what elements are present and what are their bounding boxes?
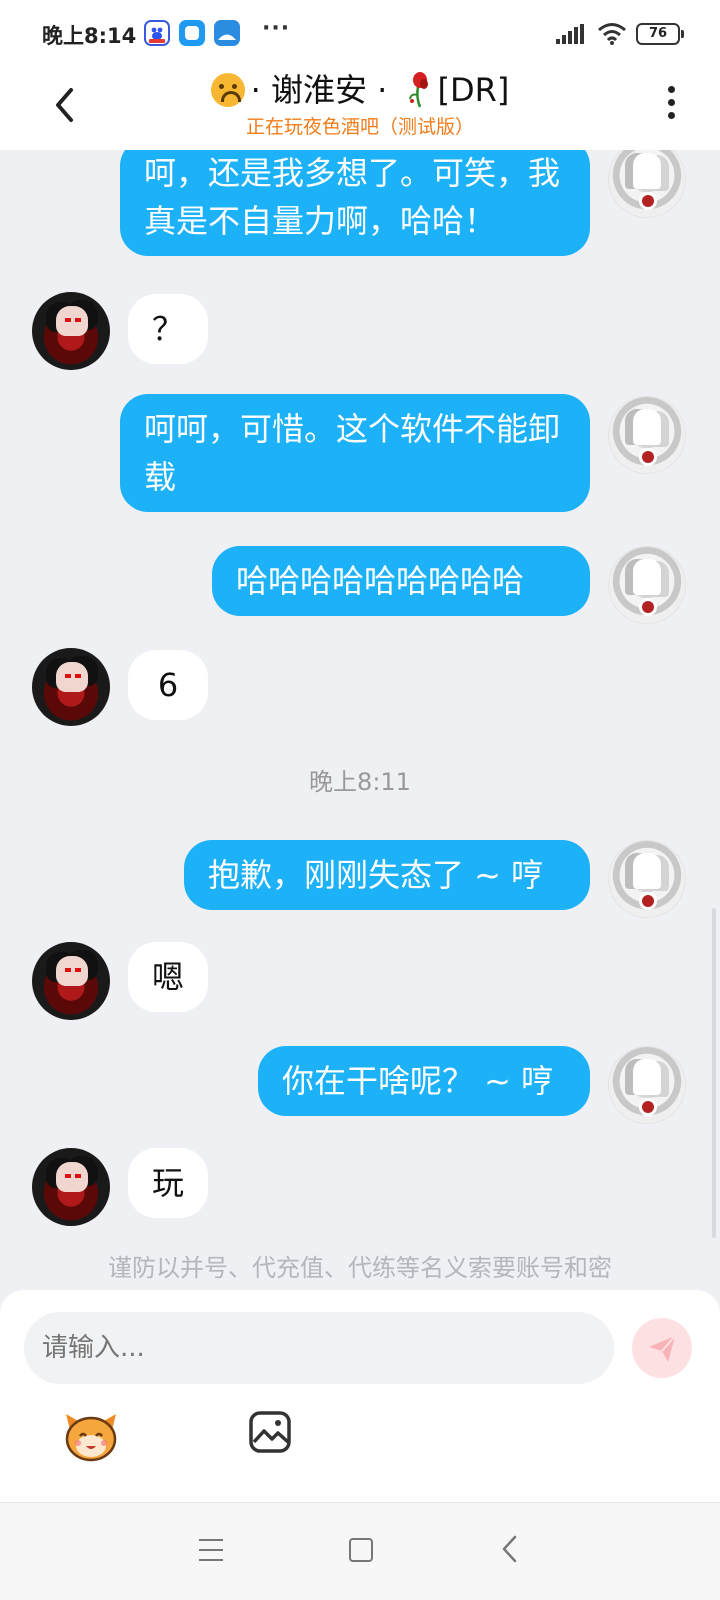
wifi-icon bbox=[598, 23, 626, 45]
paper-plane-icon bbox=[649, 1335, 676, 1362]
message-composer bbox=[0, 1290, 720, 1502]
upside-down-face-icon bbox=[210, 73, 245, 107]
message-timestamp: 晚上8:11 bbox=[309, 768, 411, 796]
message-bubble-sent[interactable]: 呵呵，可惜。这个软件不能卸载 bbox=[120, 394, 590, 512]
message-input[interactable] bbox=[24, 1312, 614, 1384]
home-icon[interactable] bbox=[349, 1538, 373, 1562]
scrollbar[interactable] bbox=[712, 908, 716, 1238]
message-bubble-sent[interactable]: 呵，还是我多想了。可笑，我真是不自量力啊，哈哈！ bbox=[120, 150, 590, 256]
cloud-app-icon bbox=[214, 20, 240, 46]
safety-notice: 谨防以并号、代充值、代练等名义索要账号和密 bbox=[108, 1254, 612, 1282]
system-back-icon[interactable] bbox=[500, 1535, 520, 1563]
chat-title: · 谢淮安 · [DR] bbox=[0, 68, 720, 112]
my-avatar[interactable] bbox=[608, 1046, 686, 1124]
activity-status: 正在玩夜色酒吧（测试版） bbox=[245, 116, 474, 138]
contact-avatar[interactable] bbox=[32, 1148, 110, 1226]
baidu-app-icon bbox=[144, 20, 170, 46]
contact-avatar[interactable] bbox=[32, 942, 110, 1020]
contact-avatar[interactable] bbox=[32, 648, 110, 726]
message-bubble-received[interactable]: ？ bbox=[128, 294, 208, 364]
message-bubble-received[interactable]: 嗯 bbox=[128, 942, 208, 1012]
wilted-rose-icon bbox=[408, 72, 428, 108]
signal-icon bbox=[556, 24, 584, 44]
my-avatar[interactable] bbox=[608, 840, 686, 918]
recent-apps-icon[interactable] bbox=[199, 1539, 223, 1561]
send-button[interactable] bbox=[632, 1318, 692, 1378]
contact-tag: [DR] bbox=[437, 71, 510, 109]
my-avatar[interactable] bbox=[608, 150, 686, 218]
blue-app-icon bbox=[179, 20, 205, 46]
chat-header: · 谢淮安 · [DR] 正在玩夜色酒吧（测试版） bbox=[0, 68, 720, 150]
more-notifications-icon: ··· bbox=[262, 16, 291, 41]
my-avatar[interactable] bbox=[608, 546, 686, 624]
message-bubble-received[interactable]: 玩 bbox=[128, 1148, 208, 1218]
message-bubble-sent[interactable]: 你在干啥呢？ ~ 哼 bbox=[258, 1046, 590, 1116]
battery-indicator: 76 bbox=[636, 23, 684, 45]
contact-avatar[interactable] bbox=[32, 292, 110, 370]
status-bar: 晚上8:14 ··· 76 bbox=[0, 0, 720, 68]
system-navigation-bar bbox=[0, 1502, 720, 1600]
more-options-icon[interactable] bbox=[664, 86, 678, 126]
sticker-mascot-icon[interactable] bbox=[60, 1408, 122, 1464]
message-list[interactable]: 呵，还是我多想了。可笑，我真是不自量力啊，哈哈！ ？ 呵呵，可惜。这个软件不能卸… bbox=[0, 150, 720, 1290]
contact-name: · 谢淮安 · bbox=[250, 71, 388, 109]
message-bubble-received[interactable]: 6 bbox=[128, 650, 208, 720]
message-bubble-sent[interactable]: 哈哈哈哈哈哈哈哈哈 bbox=[212, 546, 590, 616]
my-avatar[interactable] bbox=[608, 396, 686, 474]
message-bubble-sent[interactable]: 抱歉，刚刚失态了 ~ 哼 bbox=[184, 840, 590, 910]
status-time: 晚上8:14 bbox=[42, 24, 137, 48]
image-picker-icon[interactable] bbox=[248, 1410, 292, 1454]
